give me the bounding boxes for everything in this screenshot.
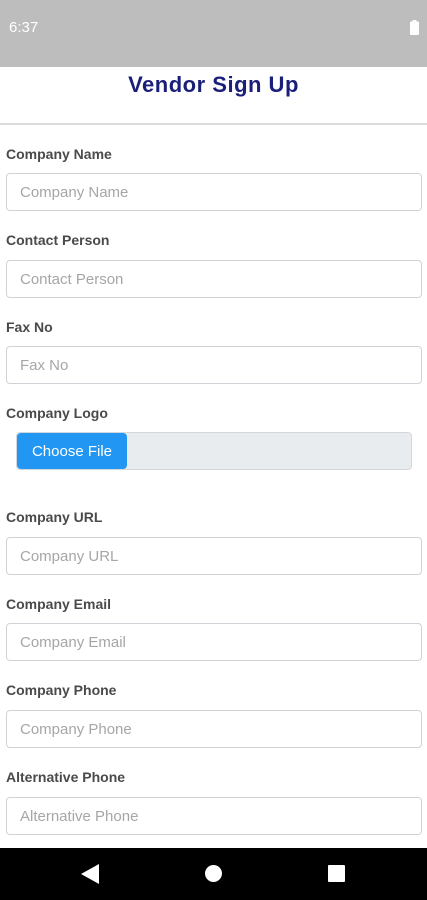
company-logo-label: Company Logo <box>6 405 108 421</box>
fax-no-input[interactable] <box>6 346 422 384</box>
company-email-label: Company Email <box>6 596 112 612</box>
status-time: 6:37 <box>9 19 39 36</box>
choose-file-button[interactable]: Choose File <box>17 433 127 469</box>
battery-icon <box>410 20 419 35</box>
alternative-phone-label: Alternative Phone <box>6 769 126 785</box>
app-header: Vendor Sign Up <box>0 67 427 125</box>
company-phone-input[interactable] <box>6 710 422 748</box>
fax-no-label: Fax No <box>6 319 53 335</box>
alternative-phone-input[interactable] <box>6 797 422 835</box>
company-name-input[interactable] <box>6 173 422 211</box>
home-icon[interactable] <box>205 865 222 882</box>
status-bar: 6:37 <box>0 0 427 67</box>
contact-person-input[interactable] <box>6 260 422 298</box>
company-url-label: Company URL <box>6 509 103 525</box>
android-nav-bar <box>0 848 427 900</box>
contact-person-label: Contact Person <box>6 232 110 248</box>
company-name-label: Company Name <box>6 146 112 162</box>
page-title: Vendor Sign Up <box>128 72 299 97</box>
recents-icon[interactable] <box>328 865 345 882</box>
company-email-input[interactable] <box>6 623 422 661</box>
back-icon[interactable] <box>81 864 99 884</box>
company-url-input[interactable] <box>6 537 422 575</box>
company-logo-file-input[interactable]: Choose File <box>16 432 412 470</box>
vendor-signup-form: Company Name Contact Person Fax No Compa… <box>0 125 427 848</box>
company-phone-label: Company Phone <box>6 682 117 698</box>
